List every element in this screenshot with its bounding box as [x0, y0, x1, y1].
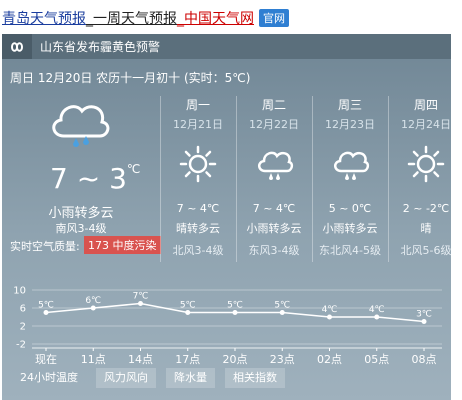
day-wind: 东北风4-5级	[319, 244, 381, 257]
x-tick-label: 08点	[412, 353, 437, 366]
forecast-day-1[interactable]: 周一 12月21日 7 ~ 4℃ 晴转多云 北风3-4级	[160, 96, 236, 266]
data-label: 4℃	[322, 305, 338, 315]
day-temperature: 7 ~ 4℃	[252, 202, 296, 215]
day-weather-desc: 小雨转多云	[246, 222, 302, 235]
data-label: 5℃	[180, 301, 196, 311]
aqi-label: 实时空气质量:	[10, 240, 80, 253]
title-link-city[interactable]: 青岛天气预报	[2, 8, 86, 28]
tab-24h-temperature[interactable]: 24小时温度	[12, 368, 86, 388]
day-wind: 北风5-6级	[400, 244, 451, 257]
day-temperature: 5 ~ 0℃	[328, 202, 372, 215]
data-label: 3℃	[416, 310, 432, 320]
day-weather-desc: 晴	[420, 222, 432, 235]
day-date: 12月23日	[325, 118, 375, 131]
day-date: 12月22日	[249, 118, 299, 131]
day-wind: 东风3-4级	[248, 244, 300, 257]
data-point	[138, 301, 143, 306]
forecast-day-2[interactable]: 周二 12月22日 7 ~ 4℃ 小雨转多云 东风3-4级	[236, 96, 312, 266]
alert-text: 山东省发布霾黄色预警	[40, 40, 161, 54]
chart-tabs: 24小时温度 风力风向 降水量 相关指数	[12, 368, 285, 388]
column-divider	[388, 96, 389, 262]
column-divider	[160, 96, 161, 262]
day-name: 周二	[261, 98, 286, 112]
today-weather-desc: 小雨转多云	[48, 206, 114, 221]
day-name: 周三	[337, 98, 362, 112]
y-tick-label: 2	[20, 322, 26, 333]
weather-panel: 山东省发布霾黄色预警 周日 12月20日 农历十一月初十 (实时：5℃) 7 ~…	[2, 34, 451, 400]
data-label: 5℃	[227, 301, 243, 311]
alert-bar[interactable]: 山东省发布霾黄色预警	[2, 34, 451, 59]
data-point	[185, 310, 191, 315]
data-label: 4℃	[369, 305, 385, 315]
tab-wind[interactable]: 风力风向	[96, 368, 156, 388]
forecast-day-3[interactable]: 周三 12月23日 5 ~ 0℃ 小雨转多云 东北风4-5级	[312, 96, 388, 266]
tab-precipitation[interactable]: 降水量	[166, 368, 215, 388]
x-tick-label: 23点	[270, 353, 295, 366]
day-name: 周四	[413, 98, 438, 112]
data-point	[374, 314, 380, 320]
data-point	[90, 305, 96, 311]
y-tick-label: -2	[16, 340, 26, 351]
rain-cloud-icon	[52, 105, 110, 147]
title-link-site[interactable]: _中国天气网	[177, 8, 254, 28]
today-wind: 南风3-4级	[55, 222, 107, 235]
day-date: 12月24日	[401, 118, 451, 131]
column-divider	[236, 96, 237, 262]
data-point	[279, 310, 285, 315]
data-point	[421, 319, 427, 324]
data-label: 6℃	[85, 296, 101, 306]
page-title: 青岛天气预报 _一周天气预报 _中国天气网 官网	[2, 8, 289, 28]
data-label: 5℃	[38, 301, 54, 311]
data-point	[327, 314, 332, 320]
forecast-day-4[interactable]: 周四 12月24日 2 ~ -2℃ 晴 北风5-6级	[388, 96, 451, 266]
y-tick-label: 6	[20, 304, 26, 315]
x-tick-label: 14点	[128, 353, 153, 366]
temperature-chart: 10 6 2 -2 5℃ 现在 6℃ 11点 7℃ 14点 5℃ 17点 5℃ 20点 5℃ 23点 4℃ 02点…	[13, 286, 442, 366]
day-date: 12月21日	[173, 118, 223, 131]
sun-icon	[179, 145, 217, 183]
day-temperature: 2 ~ -2℃	[402, 202, 450, 215]
data-label: 5℃	[274, 301, 290, 311]
today-date-line: 周日 12月20日 农历十一月初十 (实时：5℃)	[10, 71, 251, 85]
today-temperature: 7 ~ 3℃	[50, 162, 141, 195]
official-badge: 官网	[259, 9, 289, 27]
day-weather-desc: 小雨转多云	[322, 222, 378, 235]
title-link-week[interactable]: _一周天气预报	[86, 8, 177, 28]
x-tick-label: 17点	[175, 353, 200, 366]
day-name: 周一	[185, 98, 210, 112]
tab-indices[interactable]: 相关指数	[225, 368, 285, 388]
day-temperature: 7 ~ 4℃	[176, 202, 220, 215]
data-point	[43, 310, 49, 315]
data-label: 7℃	[133, 292, 149, 302]
infinity-icon	[2, 34, 32, 59]
data-point	[232, 310, 238, 315]
rain-cloud-icon	[334, 151, 370, 180]
x-tick-label: 现在	[35, 353, 57, 366]
day-weather-desc: 晴转多云	[176, 222, 220, 235]
column-divider	[312, 96, 313, 262]
x-tick-label: 11点	[81, 353, 106, 366]
x-tick-label: 05点	[364, 353, 389, 366]
y-tick-label: 10	[13, 286, 26, 297]
sun-icon	[407, 145, 445, 183]
x-tick-label: 20点	[223, 353, 248, 366]
rain-cloud-icon	[258, 151, 294, 180]
x-tick-label: 02点	[317, 353, 342, 366]
aqi-badge[interactable]: 173 中度污染	[84, 236, 161, 254]
day-wind: 北风3-4级	[172, 244, 224, 257]
